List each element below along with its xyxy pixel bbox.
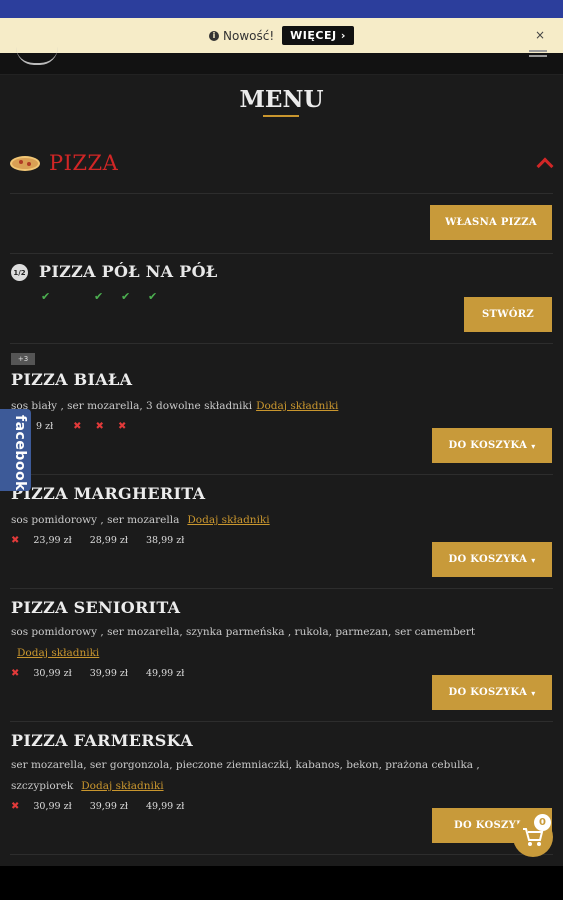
logo[interactable] [16,47,58,65]
news-notice-bar: i Nowość! WIĘCEJ › × [0,18,563,53]
price: 39,99 zł [89,668,129,679]
bottom-bar [0,866,563,900]
price: 9 zł [36,421,54,432]
title-underline [263,115,299,117]
item-name: PIZZA MARGHERITA [11,484,206,503]
caret-down-icon: ▾ [531,554,536,565]
price: 30,99 zł [33,801,72,812]
info-icon: i [209,30,220,41]
half-pizza-icon: 1/2 [11,264,28,281]
divider [10,343,553,344]
check-icon: ✔ [41,290,51,303]
price-row: ✖ 30,99 zł 39,99 zł 49,99 zł [11,801,202,812]
hamburger-menu-icon[interactable] [529,55,547,57]
unavailable-icon: ✖ [73,421,82,432]
price: 30,99 zł [33,668,72,679]
page-title: MENU [239,86,324,113]
category-header-pizza[interactable]: PIZZA [10,150,554,180]
item-name: PIZZA FARMERSKA [11,731,193,750]
item-description: szczypiorek Dodaj składniki [11,780,164,792]
item-description: sos pomidorowy , ser mozarella Dodaj skła… [11,514,270,526]
own-pizza-button[interactable]: WŁASNA PIZZA [430,205,552,240]
extra-badge: +3 [11,353,35,365]
cart-count-badge: 0 [534,814,551,831]
close-icon[interactable]: × [535,28,545,42]
check-icon: ✔ [121,290,131,303]
price-row: ✖ 30,99 zł 39,99 zł 49,99 zł [11,668,202,679]
check-icon: ✔ [148,290,158,303]
price-row: 9 zł ✖ ✖ ✖ [36,421,140,432]
divider [10,193,553,194]
more-button[interactable]: WIĘCEJ › [282,26,354,45]
category-name: PIZZA [49,151,119,175]
facebook-label: facebook [12,415,28,491]
item-name: PIZZA SENIORITA [11,598,181,617]
item-description: sos pomidorowy , ser mozarella, szynka p… [11,626,476,638]
divider [10,854,553,855]
price: 28,99 zł [89,535,129,546]
price-row: ✖ 23,99 zł 28,99 zł 38,99 zł [11,535,202,546]
item-description: ser mozarella, ser gorgonzola, pieczone … [11,759,480,771]
unavailable-icon: ✖ [117,421,127,432]
add-to-cart-button[interactable]: DO KOSZYKA ▾ [432,542,552,577]
price: 39,99 zł [89,801,129,812]
caret-down-icon: ▾ [531,440,536,451]
price: 49,99 zł [146,801,185,812]
add-to-cart-button[interactable]: DO KOSZYKA ▾ [432,675,552,710]
add-ingredients-link[interactable]: Dodaj składniki [17,647,99,659]
pizza-icon [10,156,40,171]
price: 49,99 zł [146,668,185,679]
top-bar [0,0,563,18]
check-icon: ✔ [94,290,104,303]
add-ingredients-link[interactable]: Dodaj składniki [81,780,163,792]
divider [10,253,553,254]
add-ingredients-link[interactable]: Dodaj składniki [187,514,269,526]
facebook-widget-tab[interactable]: facebook [0,409,31,491]
item-name: PIZZA BIAŁA [11,370,133,389]
divider [10,588,553,589]
item-description: sos biały , ser mozarella, 3 dowolne skł… [11,400,339,412]
unavailable-icon: ✖ [11,801,20,812]
site-header [0,53,563,75]
price: 38,99 zł [146,535,185,546]
notice-text: Nowość! [223,28,275,43]
price: 23,99 zł [33,535,72,546]
chevron-up-icon[interactable] [536,157,554,175]
create-button[interactable]: STWÓRZ [464,297,552,332]
add-to-cart-button[interactable]: DO KOSZYKA ▾ [432,428,552,463]
half-half-title: PIZZA PÓŁ NA PÓŁ [39,262,218,281]
add-ingredients-link[interactable]: Dodaj składniki [256,400,338,412]
unavailable-icon: ✖ [95,421,104,432]
unavailable-icon: ✖ [11,535,20,546]
divider [10,474,553,475]
unavailable-icon: ✖ [11,668,20,679]
caret-down-icon: ▾ [531,687,536,698]
divider [10,721,553,722]
